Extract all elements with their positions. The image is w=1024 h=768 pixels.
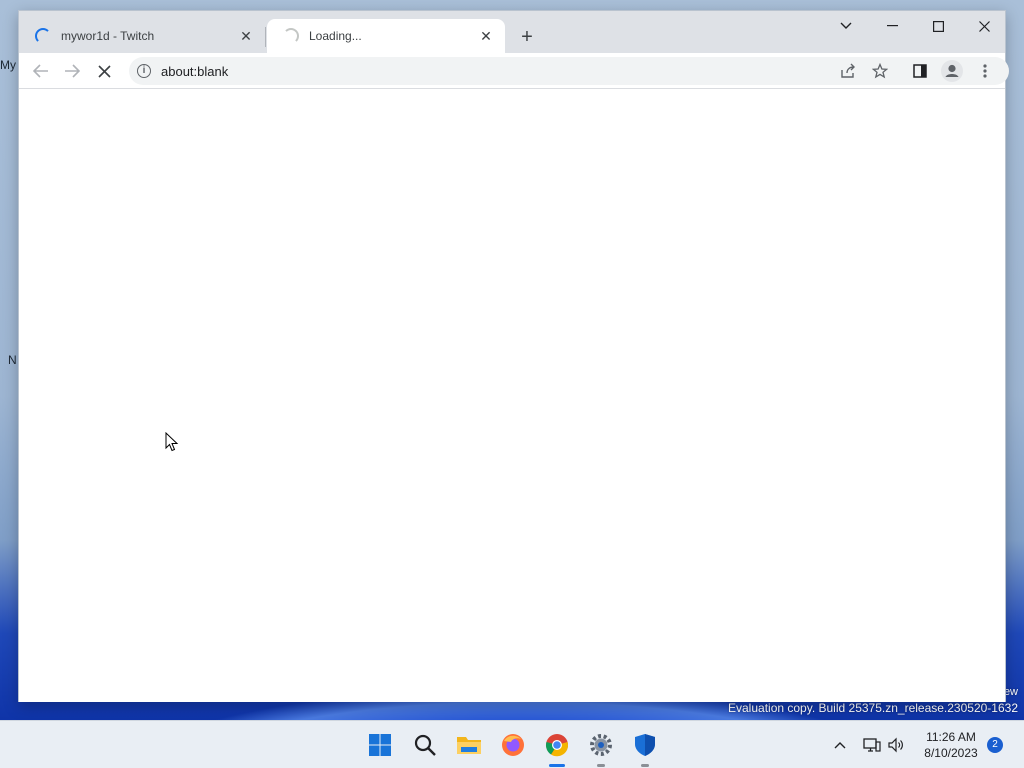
tab-title: mywor1d - Twitch	[61, 29, 155, 43]
firefox-icon	[502, 734, 524, 756]
gear-icon	[590, 734, 612, 756]
evaluation-watermark-fragment: ew	[1003, 686, 1018, 698]
side-panel-button[interactable]	[906, 57, 934, 85]
minimize-icon	[886, 25, 898, 27]
arrow-right-icon	[65, 64, 80, 78]
side-panel-icon	[913, 64, 927, 78]
volume-tray-button[interactable]	[886, 735, 906, 755]
tab-close-icon[interactable]: ✕	[237, 27, 255, 45]
tab-loading[interactable]: Loading... ✕	[267, 19, 505, 53]
speaker-icon	[888, 737, 903, 753]
maximize-icon	[932, 20, 944, 32]
firefox-button[interactable]	[497, 729, 529, 761]
network-tray-button[interactable]	[862, 735, 882, 755]
file-explorer-button[interactable]	[453, 729, 485, 761]
browser-window: mywor1d - Twitch ✕ Loading... ✕ + i abou…	[18, 10, 1009, 702]
minimize-button[interactable]	[869, 11, 915, 41]
chrome-button[interactable]	[541, 729, 573, 767]
clock-date: 8/10/2023	[924, 746, 978, 760]
profile-button[interactable]	[938, 57, 966, 85]
loading-spinner-icon	[35, 28, 51, 44]
show-hidden-icons-button[interactable]	[830, 735, 850, 755]
profile-avatar-icon	[941, 60, 963, 82]
taskbar: 11:26 AM 8/10/2023 2	[0, 720, 1024, 768]
tab-title: Loading...	[309, 29, 362, 43]
tab-strip: mywor1d - Twitch ✕ Loading... ✕ +	[19, 11, 1005, 53]
share-button[interactable]	[834, 57, 862, 85]
search-icon	[414, 734, 436, 756]
tab-twitch[interactable]: mywor1d - Twitch ✕	[19, 19, 265, 53]
tab-close-icon[interactable]: ✕	[477, 27, 495, 45]
start-button[interactable]	[364, 729, 396, 761]
defender-button[interactable]	[629, 729, 661, 767]
new-tab-button[interactable]: +	[515, 25, 539, 49]
search-button[interactable]	[409, 729, 441, 761]
chevron-up-icon	[834, 742, 846, 749]
arrow-left-icon	[33, 64, 48, 78]
menu-button[interactable]	[971, 57, 999, 85]
evaluation-watermark: Evaluation copy. Build 25375.zn_release.…	[728, 701, 1018, 715]
star-icon	[872, 63, 888, 79]
forward-button[interactable]	[58, 57, 86, 85]
shield-icon	[635, 734, 655, 756]
mouse-cursor-icon	[165, 432, 179, 452]
loading-spinner-icon	[283, 28, 299, 44]
desktop-icon-label-fragment[interactable]: My	[0, 58, 18, 72]
info-icon[interactable]: i	[137, 64, 151, 78]
back-button[interactable]	[27, 57, 55, 85]
windows-start-icon	[369, 734, 391, 756]
chevron-down-icon	[840, 22, 852, 29]
page-content[interactable]	[19, 90, 1005, 702]
stop-icon	[97, 64, 111, 78]
stop-loading-button[interactable]	[90, 57, 118, 85]
maximize-button[interactable]	[915, 11, 961, 41]
chrome-icon	[545, 734, 569, 757]
network-icon	[863, 738, 881, 752]
close-icon	[978, 20, 990, 32]
clock-time: 11:26 AM	[926, 730, 976, 744]
system-clock[interactable]: 11:26 AM 8/10/2023	[916, 729, 986, 761]
address-input[interactable]	[161, 63, 761, 79]
browser-toolbar: i	[19, 53, 1009, 89]
share-icon	[841, 63, 855, 78]
notification-badge[interactable]: 2	[987, 737, 1003, 753]
tab-separator	[265, 27, 266, 47]
bookmark-button[interactable]	[866, 57, 894, 85]
tab-search-button[interactable]	[823, 11, 869, 41]
settings-button[interactable]	[585, 729, 617, 767]
kebab-menu-icon	[983, 64, 987, 78]
file-explorer-icon	[457, 737, 481, 754]
close-window-button[interactable]	[961, 11, 1007, 41]
